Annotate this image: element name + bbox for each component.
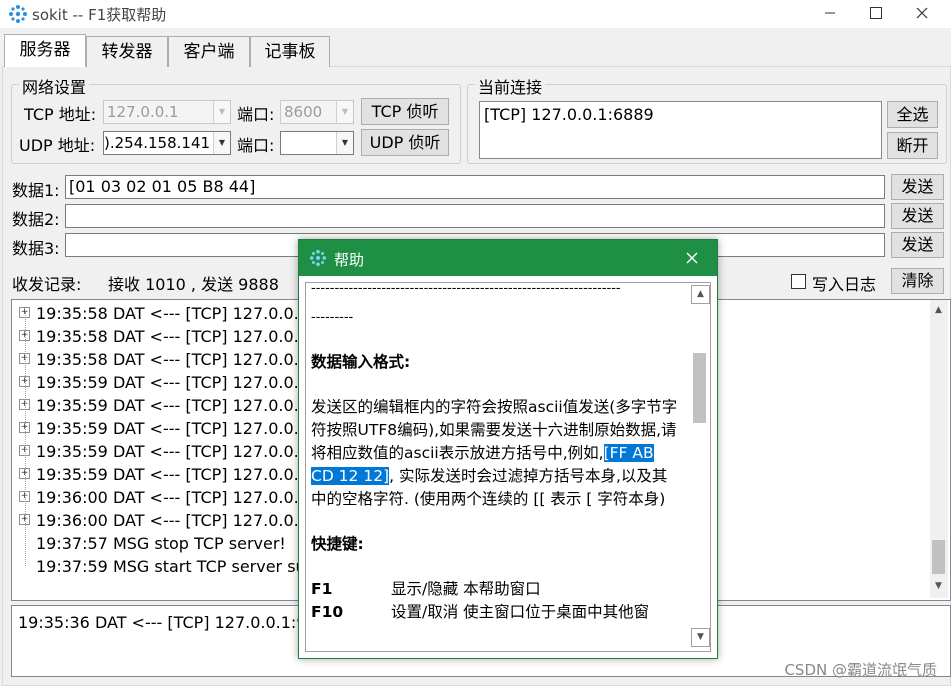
scroll-up-icon[interactable]: ▲ bbox=[691, 285, 710, 304]
data3-send-button[interactable]: 发送 bbox=[891, 232, 944, 258]
tab-notepad[interactable]: 记事板 bbox=[250, 36, 330, 67]
help-scroll-thumb[interactable] bbox=[693, 353, 706, 423]
scroll-down-icon[interactable]: ▼ bbox=[930, 578, 947, 595]
log-entry-text: 19:35:59 DAT <--- [TCP] 127.0.0. bbox=[36, 396, 299, 415]
window-title: sokit -- F1获取帮助 bbox=[32, 6, 167, 24]
log-entry-text: 19:35:59 DAT <--- [TCP] 127.0.0. bbox=[36, 373, 299, 392]
help-dialog: 帮助 -------------------------------------… bbox=[298, 239, 718, 659]
udp-port-combo[interactable]: ▼ bbox=[280, 131, 354, 155]
help-dialog-titlebar: 帮助 bbox=[299, 240, 717, 276]
write-log-label[interactable]: 写入日志 bbox=[812, 271, 876, 295]
data1-input[interactable]: [01 03 02 01 05 B8 44] bbox=[65, 175, 885, 199]
log-entry-text: 19:35:58 DAT <--- [TCP] 127.0.0. bbox=[36, 350, 299, 369]
main-window: sokit -- F1获取帮助 服务器 转发器 客户端 记事板 网络设置 TCP… bbox=[0, 0, 951, 686]
log-entry-text: 19:35:58 DAT <--- [TCP] 127.0.0. bbox=[36, 327, 299, 346]
help-paragraph: 发送区的编辑框内的字符会按照ascii值发送(多字节字符按照UTF8编码),如果… bbox=[311, 396, 681, 511]
clear-button[interactable]: 清除 bbox=[891, 268, 944, 294]
help-scrollbar[interactable]: ▲ ▼ bbox=[690, 283, 710, 651]
scroll-up-icon[interactable]: ▲ bbox=[930, 302, 947, 319]
tcp-port-value: 8600 bbox=[284, 103, 323, 121]
log-entry-text: 19:35:59 DAT <--- [TCP] 127.0.0. bbox=[36, 465, 299, 484]
shortcut-key: F1 bbox=[311, 580, 333, 598]
chevron-down-icon: ▼ bbox=[336, 101, 353, 123]
help-dialog-title: 帮助 bbox=[334, 251, 365, 269]
tab-client[interactable]: 客户端 bbox=[168, 36, 250, 67]
shortcut-desc: 显示/隐藏 本帮助窗口 bbox=[391, 580, 541, 598]
maximize-icon[interactable] bbox=[853, 0, 899, 28]
minimize-icon[interactable] bbox=[807, 0, 853, 28]
udp-address-value: ).254.158.141 bbox=[104, 134, 211, 152]
chevron-down-icon: ▼ bbox=[213, 132, 230, 154]
current-connection-legend: 当前连接 bbox=[475, 74, 546, 98]
scroll-thumb[interactable] bbox=[932, 540, 945, 574]
tcp-address-combo[interactable]: 127.0.0.1 ▼ bbox=[103, 100, 231, 124]
data1-label: 数据1: bbox=[12, 181, 60, 200]
shortcut-row: F10 设置/取消 使主窗口位于桌面中其他窗 bbox=[311, 601, 681, 624]
help-heading-format: 数据输入格式: bbox=[311, 353, 411, 371]
network-settings-legend: 网络设置 bbox=[19, 74, 90, 98]
scroll-down-icon[interactable]: ▼ bbox=[691, 628, 710, 647]
udp-address-label: UDP 地址: bbox=[19, 136, 96, 155]
write-log-checkbox[interactable] bbox=[791, 274, 806, 289]
sokit-logo-icon bbox=[309, 249, 327, 267]
log-entry-text: 19:35:59 DAT <--- [TCP] 127.0.0. bbox=[36, 442, 299, 461]
close-icon[interactable] bbox=[679, 246, 705, 270]
data1-send-button[interactable]: 发送 bbox=[891, 174, 944, 200]
chevron-down-icon: ▼ bbox=[336, 132, 353, 154]
shortcut-key: F10 bbox=[311, 603, 344, 621]
select-all-button[interactable]: 全选 bbox=[887, 101, 938, 128]
udp-port-label: 端口: bbox=[237, 136, 275, 155]
disconnect-button[interactable]: 断开 bbox=[887, 132, 938, 159]
tcp-port-label: 端口: bbox=[237, 105, 275, 124]
help-content-frame: ----------------------------------------… bbox=[305, 282, 711, 652]
help-dashes-1: ----------------------------------------… bbox=[311, 282, 621, 296]
log-stats: 接收 1010 , 发送 9888 bbox=[108, 275, 279, 294]
tab-forwarder[interactable]: 转发器 bbox=[86, 36, 168, 67]
log-entry-text: 19:35:58 DAT <--- [TCP] 127.0.0. bbox=[36, 304, 299, 323]
watermark: CSDN @霸道流氓气质 bbox=[784, 661, 937, 679]
log-detail-text: 19:35:36 DAT <--- [TCP] 127.0.0.1:9 bbox=[18, 613, 307, 632]
data2-send-button[interactable]: 发送 bbox=[891, 203, 944, 229]
close-icon[interactable] bbox=[899, 0, 945, 28]
shortcut-row: F1 显示/隐藏 本帮助窗口 bbox=[311, 578, 681, 601]
chevron-down-icon: ▼ bbox=[213, 101, 230, 123]
log-scrollbar[interactable]: ▲ ▼ bbox=[930, 300, 948, 598]
log-entry-text: 19:36:00 DAT <--- [TCP] 127.0.0. bbox=[36, 511, 299, 530]
data2-label: 数据2: bbox=[12, 210, 60, 229]
tcp-address-value: 127.0.0.1 bbox=[107, 103, 179, 121]
log-entry-text: 19:37:57 MSG stop TCP server! bbox=[36, 534, 286, 553]
log-entry-text: 19:36:00 DAT <--- [TCP] 127.0.0. bbox=[36, 488, 299, 507]
udp-address-combo[interactable]: ).254.158.141 ▼ bbox=[103, 131, 231, 155]
shortcut-desc: 设置/取消 使主窗口位于桌面中其他窗 bbox=[391, 603, 650, 621]
connection-list[interactable]: [TCP] 127.0.0.1:6889 bbox=[479, 101, 882, 159]
app-logo-icon bbox=[8, 4, 28, 24]
help-dashes-2: --------- bbox=[311, 310, 354, 325]
log-entry-text: 19:35:59 DAT <--- [TCP] 127.0.0. bbox=[36, 419, 299, 438]
udp-listen-button[interactable]: UDP 侦听 bbox=[361, 129, 449, 156]
help-heading-shortcuts: 快捷键: bbox=[311, 535, 364, 553]
tab-server[interactable]: 服务器 bbox=[4, 34, 86, 67]
tree-guide-line bbox=[25, 312, 26, 566]
data3-label: 数据3: bbox=[12, 239, 60, 258]
tcp-port-combo[interactable]: 8600 ▼ bbox=[280, 100, 354, 124]
connection-item[interactable]: [TCP] 127.0.0.1:6889 bbox=[480, 102, 881, 128]
title-bar: sokit -- F1获取帮助 bbox=[0, 0, 951, 28]
log-entry-text: 19:37:59 MSG start TCP server su bbox=[36, 557, 306, 576]
log-label: 收发记录: bbox=[12, 275, 82, 294]
data2-input[interactable] bbox=[65, 204, 885, 228]
tcp-listen-button[interactable]: TCP 侦听 bbox=[361, 98, 449, 125]
tcp-address-label: TCP 地址: bbox=[24, 105, 97, 124]
help-content: ----------------------------------------… bbox=[311, 282, 681, 624]
